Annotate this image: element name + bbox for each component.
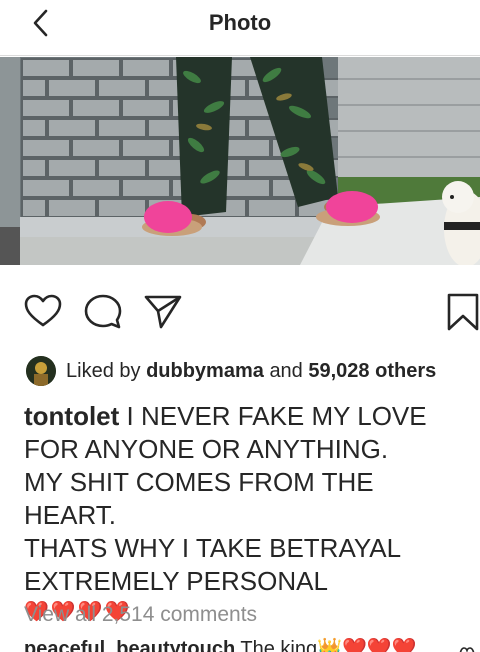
- comment-username[interactable]: peaceful_beautytouch: [24, 638, 235, 652]
- likes-count[interactable]: 59,028 others: [308, 360, 436, 383]
- avatar: [26, 356, 56, 386]
- likes-prefix: Liked by: [66, 359, 141, 382]
- comment-heart-icon[interactable]: [458, 643, 476, 652]
- speech-bubble-icon[interactable]: [84, 294, 122, 335]
- caption-username[interactable]: tontolet: [24, 401, 119, 431]
- page-title: Photo: [208, 10, 272, 35]
- bookmark-outline-icon[interactable]: [446, 292, 480, 337]
- comment-text: The king👑❤️❤️❤️: [235, 638, 417, 652]
- heart-outline-icon[interactable]: [24, 294, 62, 333]
- likes-connector: and: [269, 359, 303, 382]
- post-photo[interactable]: [0, 57, 480, 265]
- caption-text-line2: MY SHIT COMES FROM THE HEART.: [24, 467, 374, 530]
- paper-plane-icon[interactable]: [144, 294, 182, 335]
- comment-row: peaceful_beautytouch The king👑❤️❤️❤️: [24, 636, 480, 652]
- post-caption: tontolet I NEVER FAKE MY LOVE FOR ANYONE…: [24, 400, 472, 626]
- likes-summary[interactable]: Liked by dubbymama and 59,028 others: [26, 355, 436, 387]
- view-all-comments-link[interactable]: View all 2,514 comments: [24, 603, 257, 627]
- top-bar: Photo: [0, 0, 480, 56]
- liker-username[interactable]: dubbymama: [146, 360, 264, 383]
- caption-text-line3: THATS WHY I TAKE BETRAYAL EXTREMELY PERS…: [24, 533, 401, 596]
- post-actions: [0, 288, 480, 336]
